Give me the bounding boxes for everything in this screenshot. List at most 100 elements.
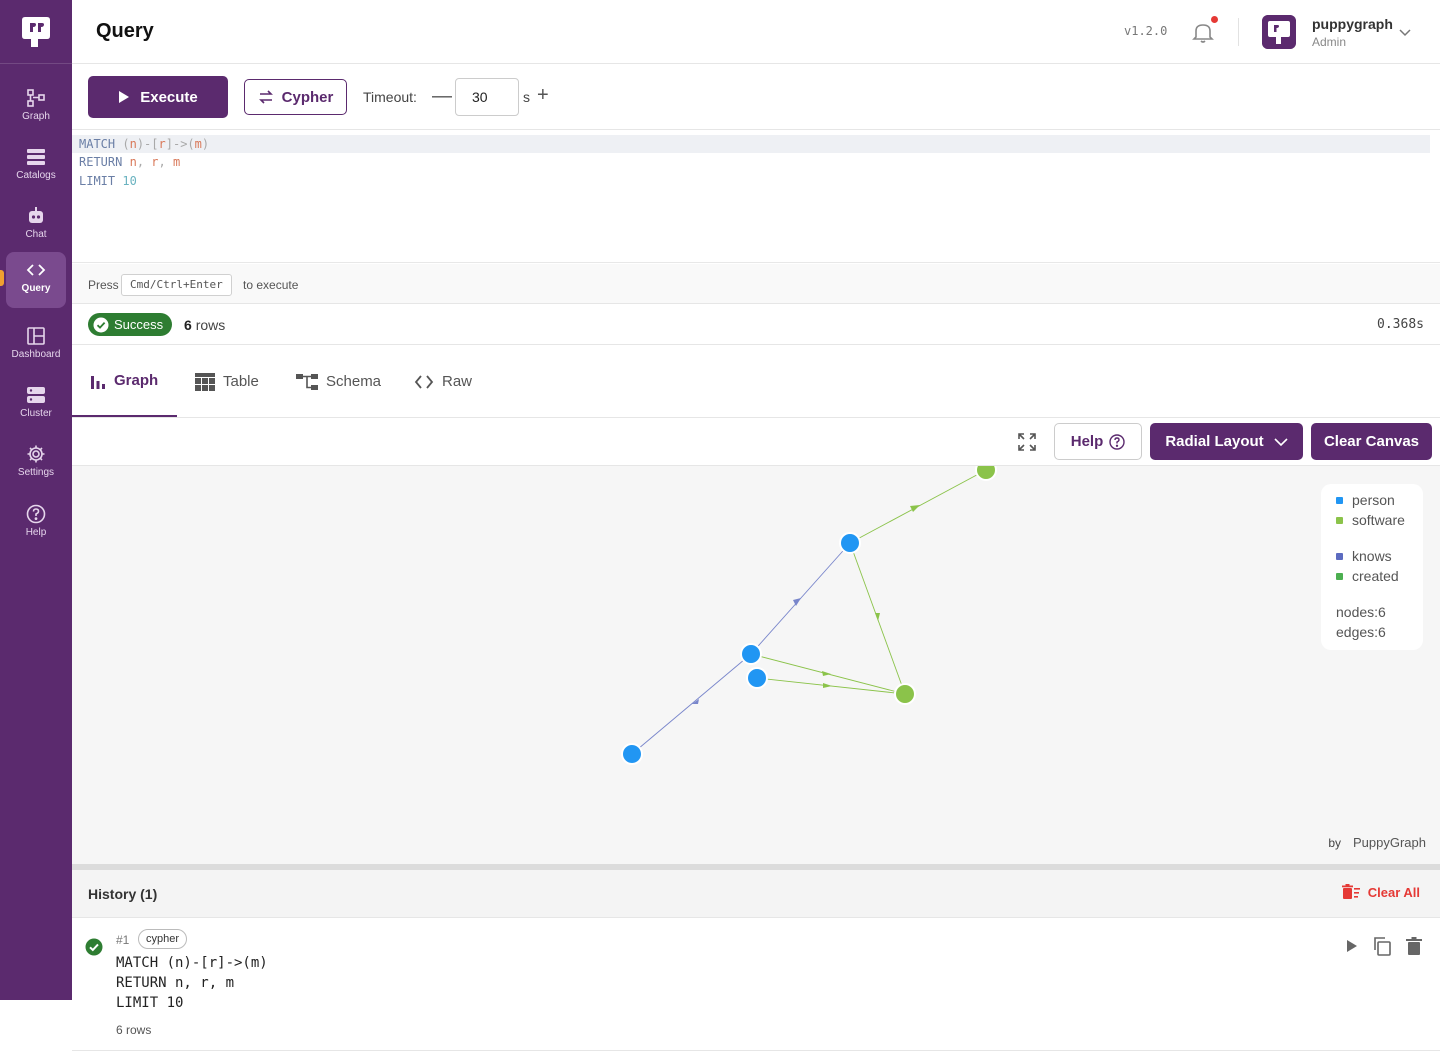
edge-knows[interactable]	[631, 653, 752, 755]
tab-label: Schema	[326, 373, 382, 390]
code-icon	[414, 374, 434, 389]
row-count: 6 rows	[184, 317, 225, 333]
legend-item-person: person	[1336, 492, 1395, 508]
sidebar-item-label: Help	[25, 527, 47, 538]
play-icon[interactable]	[1346, 939, 1358, 953]
clear-canvas-button[interactable]: Clear Canvas	[1311, 423, 1432, 460]
page-title: Query	[96, 20, 154, 42]
sidebar-item-label: Settings	[17, 467, 55, 478]
legend-item-created: created	[1336, 568, 1399, 584]
legend-label: software	[1352, 512, 1405, 528]
schema-icon	[296, 373, 318, 390]
tab-label: Raw	[442, 373, 473, 390]
elapsed-time: 0.368s	[1377, 317, 1424, 332]
avatar[interactable]	[1262, 15, 1296, 49]
tab-table[interactable]: Table	[177, 346, 277, 417]
row-count-unit: rows	[195, 317, 226, 333]
tab-raw[interactable]: Raw	[396, 346, 490, 417]
sidebar-item-settings[interactable]: Settings	[6, 436, 66, 492]
fullscreen-icon[interactable]	[1018, 433, 1036, 451]
check-circle-icon	[93, 317, 109, 332]
layout-label: Radial Layout	[1165, 433, 1264, 450]
trash-icon[interactable]	[1406, 937, 1422, 955]
tab-graph[interactable]: Graph	[72, 346, 177, 417]
edges-count: edges:6	[1336, 624, 1386, 640]
sidebar-divider	[0, 63, 72, 64]
timeout-increment-button[interactable]: +	[537, 85, 549, 105]
hint-prefix: Press	[88, 278, 119, 292]
history-entry[interactable]: #1 cypher MATCH (n)-[r]->(m) RETURN n, r…	[72, 918, 1440, 1051]
code-line: LIMIT 10	[79, 174, 137, 188]
delete-sweep-icon	[1341, 884, 1360, 899]
graph-toolbar: Help Radial Layout Clear Canvas	[72, 418, 1440, 466]
query-editor[interactable]: MATCH (n)-[r]->(m) RETURN n, r, m LIMIT …	[72, 131, 1440, 263]
user-name[interactable]: puppygraph	[1312, 16, 1393, 32]
timeout-decrement-button[interactable]: —	[432, 86, 452, 106]
history-language-tag: cypher	[138, 929, 188, 949]
node-person[interactable]	[621, 743, 643, 765]
check-circle-icon	[85, 938, 103, 956]
sidebar-item-query[interactable]: Query	[6, 252, 66, 308]
sidebar-item-catalogs[interactable]: Catalogs	[6, 139, 66, 195]
legend-swatch	[1336, 516, 1343, 524]
bar-chart-icon	[91, 375, 105, 389]
divider	[1238, 18, 1239, 46]
node-person[interactable]	[740, 643, 762, 665]
brand-by: by	[1328, 836, 1341, 850]
node-software[interactable]	[975, 466, 997, 481]
shortcut-hint: Press Cmd/Ctrl+Enter to execute	[72, 264, 1440, 304]
edge-arrow	[823, 683, 832, 688]
execute-label: Execute	[140, 88, 198, 106]
graph-visualization[interactable]	[72, 466, 1440, 864]
sidebar-item-graph[interactable]: Graph	[6, 80, 66, 136]
shortcut-key: Cmd/Ctrl+Enter	[121, 274, 232, 296]
language-toggle-button[interactable]: Cypher	[244, 79, 347, 115]
sidebar-item-chat[interactable]: Chat	[6, 198, 66, 254]
history-title: History (1)	[88, 886, 158, 902]
graph-canvas[interactable]: person software knows created nodes:6 ed…	[72, 466, 1440, 864]
result-tabs: Graph Table Schema Raw	[72, 346, 1440, 418]
chevron-down-icon[interactable]	[1398, 25, 1412, 39]
sidebar-item-help[interactable]: Help	[6, 496, 66, 552]
timeout-input[interactable]: 30	[455, 78, 519, 116]
tab-schema[interactable]: Schema	[278, 346, 399, 417]
puppygraph-logo[interactable]	[18, 14, 54, 50]
question-circle-icon	[1109, 433, 1125, 450]
cluster-icon	[27, 387, 45, 403]
sidebar: Graph Catalogs Chat Query Dashboard Clus…	[0, 0, 72, 1000]
legend-label: created	[1352, 568, 1399, 584]
history-code-line: MATCH (n)-[r]->(m)	[116, 955, 268, 971]
code-line: RETURN n, r, m	[79, 155, 181, 169]
clear-all-button[interactable]: Clear All	[1341, 884, 1420, 900]
node-person[interactable]	[839, 532, 861, 554]
node-person[interactable]	[746, 667, 768, 689]
bell-icon[interactable]	[1192, 20, 1214, 44]
status-badge-label: Success	[114, 317, 164, 332]
sidebar-item-cluster[interactable]: Cluster	[6, 377, 66, 433]
top-bar: Query v1.2.0 puppygraph Admin	[72, 0, 1440, 64]
timeout-unit: s	[523, 89, 530, 105]
history-actions	[1346, 936, 1422, 956]
timeout-label: Timeout:	[363, 89, 417, 105]
execute-button[interactable]: Execute	[88, 76, 228, 118]
code-icon	[26, 264, 46, 276]
history-code-line: LIMIT 10	[116, 995, 184, 1011]
swap-icon	[258, 90, 273, 104]
sidebar-item-label: Dashboard	[11, 349, 61, 360]
history-row-count: 6 rows	[116, 1023, 152, 1037]
history-index: #1	[116, 933, 130, 947]
user-role: Admin	[1312, 35, 1347, 49]
legend-swatch	[1336, 552, 1343, 560]
sidebar-item-dashboard[interactable]: Dashboard	[6, 318, 66, 374]
legend-item-software: software	[1336, 512, 1405, 528]
help-icon	[26, 504, 46, 524]
layout-select-button[interactable]: Radial Layout	[1150, 423, 1303, 460]
copy-icon[interactable]	[1372, 936, 1392, 956]
play-icon	[119, 91, 130, 103]
legend-label: knows	[1352, 548, 1392, 564]
nodes-count: nodes:6	[1336, 604, 1386, 620]
row-count-value: 6	[184, 317, 192, 333]
node-software[interactable]	[894, 683, 916, 705]
help-button[interactable]: Help	[1054, 423, 1142, 460]
legend-item-knows: knows	[1336, 548, 1392, 564]
